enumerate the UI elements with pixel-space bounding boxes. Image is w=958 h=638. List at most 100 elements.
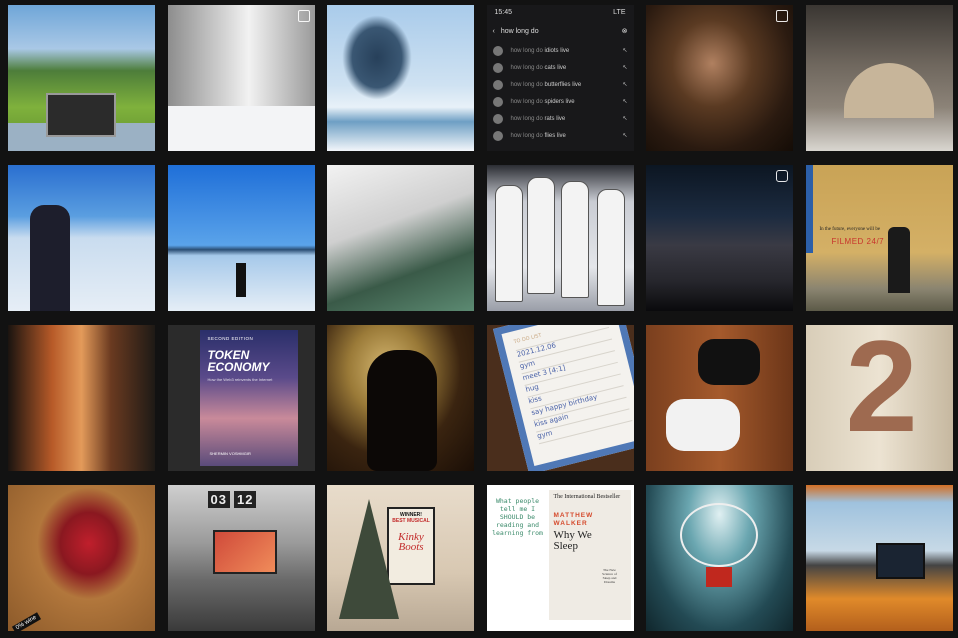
suggestion-suffix: spiders live	[542, 98, 575, 105]
photo-tile-night-road[interactable]	[646, 165, 793, 311]
player	[596, 189, 625, 306]
search-query: how long do	[500, 27, 539, 35]
photo-tile-snowy-road[interactable]	[167, 5, 315, 151]
controller-black	[698, 339, 760, 385]
clock-hours: 03	[207, 491, 230, 508]
suggestion: how long do rats live ↖	[487, 110, 634, 127]
book-subtitle: How the Web3 reinvents the Internet	[207, 377, 273, 382]
clock-minutes: 12	[233, 491, 257, 508]
christmas-tree	[339, 499, 399, 619]
arrow-icon: ↖	[622, 133, 628, 139]
window	[805, 165, 813, 253]
photo-tile-home-office[interactable]	[805, 485, 953, 631]
suggestion-prefix: how long do	[510, 64, 543, 71]
arrow-icon: ↖	[622, 116, 628, 122]
arrow-icon: ↖	[622, 65, 628, 71]
clear-icon: ⊗	[621, 28, 628, 35]
suggestion: how long do spiders live ↖	[487, 93, 634, 110]
player	[494, 185, 523, 302]
hoop-base	[706, 567, 732, 587]
suggestion: how long do butterflies live ↖	[487, 76, 634, 93]
suggestion-prefix: how long do	[510, 115, 543, 122]
carousel-icon	[776, 10, 788, 22]
laptop	[46, 93, 116, 137]
photo-tile-game-controllers[interactable]	[646, 325, 793, 471]
book-subtitle: The New Science of Sleep and Dreams	[602, 568, 617, 584]
person	[30, 205, 70, 311]
search-icon	[492, 113, 503, 124]
arrow-icon: ↖	[622, 99, 628, 105]
handwritten-note: What people tell me I SHOULD be reading …	[492, 497, 543, 537]
photo-tile-why-we-sleep[interactable]: What people tell me I SHOULD be reading …	[486, 485, 634, 631]
photo-tile-winter-sea[interactable]	[8, 165, 155, 311]
monitor	[875, 543, 925, 579]
suggestion-prefix: how long do	[510, 98, 543, 105]
arrow-icon: ↖	[622, 82, 628, 88]
suggestion-suffix: cats live	[542, 64, 567, 71]
search-icon	[492, 96, 503, 107]
book-title: Sleep	[553, 540, 578, 552]
photo-tile-basketball-hoop[interactable]	[646, 485, 793, 631]
photo-tile-shop-window[interactable]	[8, 325, 155, 471]
person	[235, 263, 246, 297]
graffiti-quote: In the future, everyone will be	[819, 227, 881, 232]
photo-tile-graffiti-wall[interactable]: In the future, everyone will be FILMED 2…	[805, 165, 953, 311]
stencil-figure	[887, 227, 910, 293]
photo-tile-park[interactable]	[8, 5, 155, 151]
photo-tile-hooded-figure[interactable]	[327, 325, 474, 471]
network: LTE	[613, 9, 626, 16]
suggestion-suffix: butterflies live	[542, 81, 582, 88]
book-author: SHERMIN VOSHMGIR	[209, 451, 251, 456]
search-icon	[492, 45, 503, 56]
flip-clock: 03 12	[207, 491, 257, 508]
reel-icon	[776, 170, 788, 182]
time: 15:45	[494, 9, 513, 16]
photo-tile-todo-list[interactable]: TO DO LIST 2021.12.06 gym meet 3 [4:1] h…	[486, 325, 634, 471]
book-cover: SECOND EDITION TOKEN ECONOMY How the Web3…	[199, 330, 298, 466]
photo-tile-ice-horizon[interactable]	[167, 165, 315, 311]
book-cover: The International Bestseller MATTHEW WALK…	[548, 490, 631, 620]
search-icon	[492, 79, 503, 90]
search-icon	[492, 62, 503, 73]
photo-tile-sauna[interactable]	[646, 5, 793, 151]
monitor	[212, 530, 277, 574]
photo-tile-christmas-tree[interactable]: WINNER! BEST MUSICAL Kinky Boots	[327, 485, 474, 631]
player	[560, 181, 589, 298]
player	[526, 177, 555, 294]
tree	[342, 15, 412, 100]
suggestion-prefix: how long do	[510, 132, 543, 139]
controller-white	[666, 399, 740, 451]
search-bar: ‹ how long do ⊗	[487, 20, 634, 42]
suggestion-suffix: rats live	[542, 115, 566, 122]
book-edition: SECOND EDITION	[207, 336, 254, 341]
suggestion-prefix: how long do	[510, 81, 543, 88]
book-author: WALKER	[553, 520, 588, 527]
suggestion-suffix: idiots live	[542, 47, 570, 54]
sticker-label: 0% wine	[11, 612, 41, 631]
back-icon: ‹	[492, 27, 495, 35]
photo-tile-phone-screenshot[interactable]: 15:45 LTE ‹ how long do ⊗ how long do idiot…	[486, 5, 634, 151]
photo-tile-basketball-team[interactable]	[486, 165, 634, 311]
graffiti-highlight: FILMED 24/7	[831, 237, 885, 246]
suggestion-suffix: flies live	[542, 132, 566, 139]
search-icon	[492, 130, 503, 141]
suggestion-prefix: how long do	[510, 47, 543, 54]
photo-grid: 15:45 LTE ‹ how long do ⊗ how long do idiot…	[8, 5, 953, 631]
book-author: MATTHEW	[553, 512, 594, 519]
balloon-number: 2	[845, 325, 918, 459]
carousel-icon	[297, 10, 310, 22]
arrow-icon: ↖	[622, 48, 628, 54]
photo-tile-roses[interactable]: 0% wine	[8, 485, 155, 631]
todo-pad: TO DO LIST 2021.12.06 gym meet 3 [4:1] h…	[492, 325, 634, 471]
photo-tile-token-economy-book[interactable]: SECOND EDITION TOKEN ECONOMY How the Web3…	[167, 325, 315, 471]
suggestion: how long do idiots live ↖	[487, 42, 634, 59]
snow	[167, 106, 315, 151]
yurt	[843, 63, 934, 118]
photo-tile-desk-setup[interactable]: 03 12	[167, 485, 315, 631]
photo-tile-frozen-lake[interactable]	[327, 5, 474, 151]
figure	[367, 350, 437, 471]
photo-tile-number-balloon[interactable]: 2	[805, 325, 953, 471]
photo-tile-yurt[interactable]	[805, 5, 953, 151]
book-banner: The International Bestseller	[553, 494, 621, 500]
photo-tile-snow-tree[interactable]	[327, 165, 474, 311]
